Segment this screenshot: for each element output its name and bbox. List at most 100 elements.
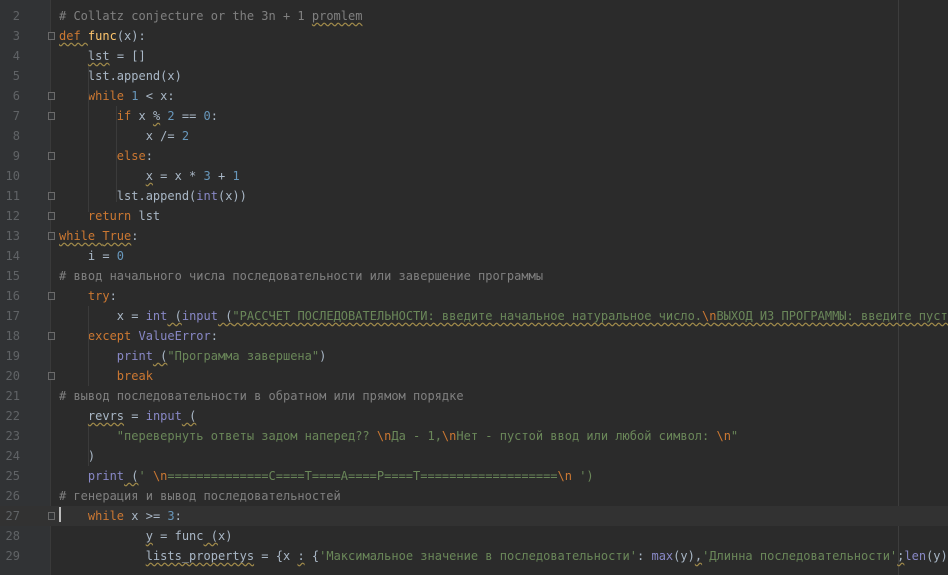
- code-line[interactable]: 22 revrs = input (: [0, 406, 948, 426]
- code-token: ": [730, 429, 739, 443]
- line-number: 7: [12, 109, 20, 123]
- code-token: "РАССЧЕТ ПОСЛЕДОВАТЕЛЬНОСТИ: введите нач…: [232, 309, 703, 323]
- code-token: :: [145, 149, 153, 163]
- code-token: while: [59, 229, 103, 243]
- code-line[interactable]: 19 print ("Программа завершена"): [0, 346, 948, 366]
- code-text: try:: [59, 286, 117, 306]
- fold-marker-icon[interactable]: [48, 92, 55, 100]
- code-line[interactable]: 2 # Collatz conjecture or the 3n + 1 prom…: [0, 6, 948, 26]
- code-token: \n: [702, 309, 717, 323]
- code-text: lst = []: [59, 46, 146, 66]
- code-token: 0: [116, 249, 125, 263]
- indent-guide: [88, 306, 89, 346]
- code-line[interactable]: 4 lst = []: [0, 46, 948, 66]
- code-editor[interactable]: 2 # Collatz conjecture or the 3n + 1 prom…: [0, 0, 948, 575]
- code-line[interactable]: 10 x = x * 3 + 1: [0, 166, 948, 186]
- code-text: while True:: [59, 226, 139, 246]
- code-token: # вывод последовательности в обратном ил…: [59, 389, 464, 403]
- code-token: "перевернуть ответы задом наперед??: [116, 429, 377, 443]
- code-token: \n: [557, 469, 572, 483]
- code-line[interactable]: 26 # генерация и вывод последовательносте…: [0, 486, 948, 506]
- code-text: while 1 < x:: [59, 86, 175, 106]
- code-token: = {x: [254, 549, 298, 563]
- fold-marker-icon[interactable]: [48, 232, 55, 240]
- code-text: # ввод начального числа последовательнос…: [59, 266, 543, 286]
- code-line[interactable]: 17 x = int (input ("РАССЧЕТ ПОСЛЕДОВАТЕЛ…: [0, 306, 948, 326]
- code-line[interactable]: 9 else:: [0, 146, 948, 166]
- code-line[interactable]: 24 ): [0, 446, 948, 466]
- code-line[interactable]: 3 def func(x):: [0, 26, 948, 46]
- code-token: int: [145, 309, 168, 323]
- fold-marker-icon[interactable]: [48, 372, 55, 380]
- code-line[interactable]: 20 break: [0, 366, 948, 386]
- code-line[interactable]: 8 x /= 2: [0, 126, 948, 146]
- code-text: else:: [59, 146, 153, 166]
- code-text: break: [59, 366, 153, 386]
- code-token: ,: [694, 549, 703, 563]
- code-token: except: [87, 329, 139, 343]
- line-number: 13: [5, 229, 20, 243]
- code-line[interactable]: 11 lst.append(int(x)): [0, 186, 948, 206]
- code-text: return lst: [59, 206, 160, 226]
- code-token: :: [297, 549, 305, 563]
- fold-marker-icon[interactable]: [48, 192, 55, 200]
- code-text: y = func (x): [59, 526, 233, 546]
- code-token: (: [167, 309, 182, 323]
- fold-marker-icon[interactable]: [48, 332, 55, 340]
- code-line[interactable]: 18 except ValueError:: [0, 326, 948, 346]
- code-token: (x):: [116, 29, 146, 43]
- code-line[interactable]: 25 print (' \n==============С====Т====А=…: [0, 466, 948, 486]
- code-token: "Программа завершена": [167, 349, 320, 363]
- code-text: print ("Программа завершена"): [59, 346, 327, 366]
- fold-marker-icon[interactable]: [48, 512, 55, 520]
- fold-marker-icon[interactable]: [48, 292, 55, 300]
- fold-marker-icon[interactable]: [48, 112, 55, 120]
- code-line[interactable]: 5 lst.append(x): [0, 66, 948, 86]
- code-line[interactable]: 15 # ввод начального числа последовательн…: [0, 266, 948, 286]
- code-token: 0: [203, 109, 211, 123]
- code-token: \n: [716, 429, 731, 443]
- code-line[interactable]: 16 try:: [0, 286, 948, 306]
- code-token: ВЫХОД ИЗ ПРОГРАММЫ: введите пустой в: [716, 309, 948, 323]
- fold-marker-icon[interactable]: [48, 212, 55, 220]
- code-line[interactable]: 21 # вывод последовательности в обратном …: [0, 386, 948, 406]
- line-number: 12: [5, 209, 20, 223]
- code-token: :: [637, 549, 652, 563]
- indent-guide: [88, 426, 89, 466]
- code-line[interactable]: 6 while 1 < x:: [0, 86, 948, 106]
- fold-marker-icon[interactable]: [48, 32, 55, 40]
- code-token: 1: [232, 169, 240, 183]
- code-line[interactable]: 29 lists_propertys = {x : {'Максимальное…: [0, 546, 948, 566]
- code-token: break: [116, 369, 153, 383]
- code-token: :: [210, 329, 218, 343]
- line-number: 19: [5, 349, 20, 363]
- code-token: while: [87, 509, 132, 523]
- code-token: max: [651, 549, 674, 563]
- line-number: 28: [5, 529, 20, 543]
- line-number: 4: [12, 49, 20, 63]
- code-token: lst: [138, 209, 161, 223]
- code-token: if: [116, 109, 139, 123]
- code-line[interactable]: 14 i = 0: [0, 246, 948, 266]
- code-token: = func: [152, 529, 204, 543]
- code-token: while: [87, 89, 132, 103]
- code-token: x =: [59, 309, 146, 323]
- code-line[interactable]: 12 return lst: [0, 206, 948, 226]
- code-token: :: [210, 109, 219, 123]
- line-number: 3: [12, 29, 20, 43]
- line-number: 25: [5, 469, 20, 483]
- line-number: 15: [5, 269, 20, 283]
- line-number: 26: [5, 489, 20, 503]
- code-line[interactable]: 27 while x >= 3:: [0, 506, 948, 526]
- code-token: (x)): [217, 189, 247, 203]
- code-token: x >=: [131, 509, 168, 523]
- code-line[interactable]: 23 "перевернуть ответы задом наперед?? \…: [0, 426, 948, 446]
- code-line[interactable]: 7 if x % 2 == 0:: [0, 106, 948, 126]
- code-text: lists_propertys = {x : {'Максимальное зн…: [59, 546, 948, 566]
- code-line[interactable]: 28 y = func (x): [0, 526, 948, 546]
- fold-marker-icon[interactable]: [48, 152, 55, 160]
- code-line[interactable]: 13 while True:: [0, 226, 948, 246]
